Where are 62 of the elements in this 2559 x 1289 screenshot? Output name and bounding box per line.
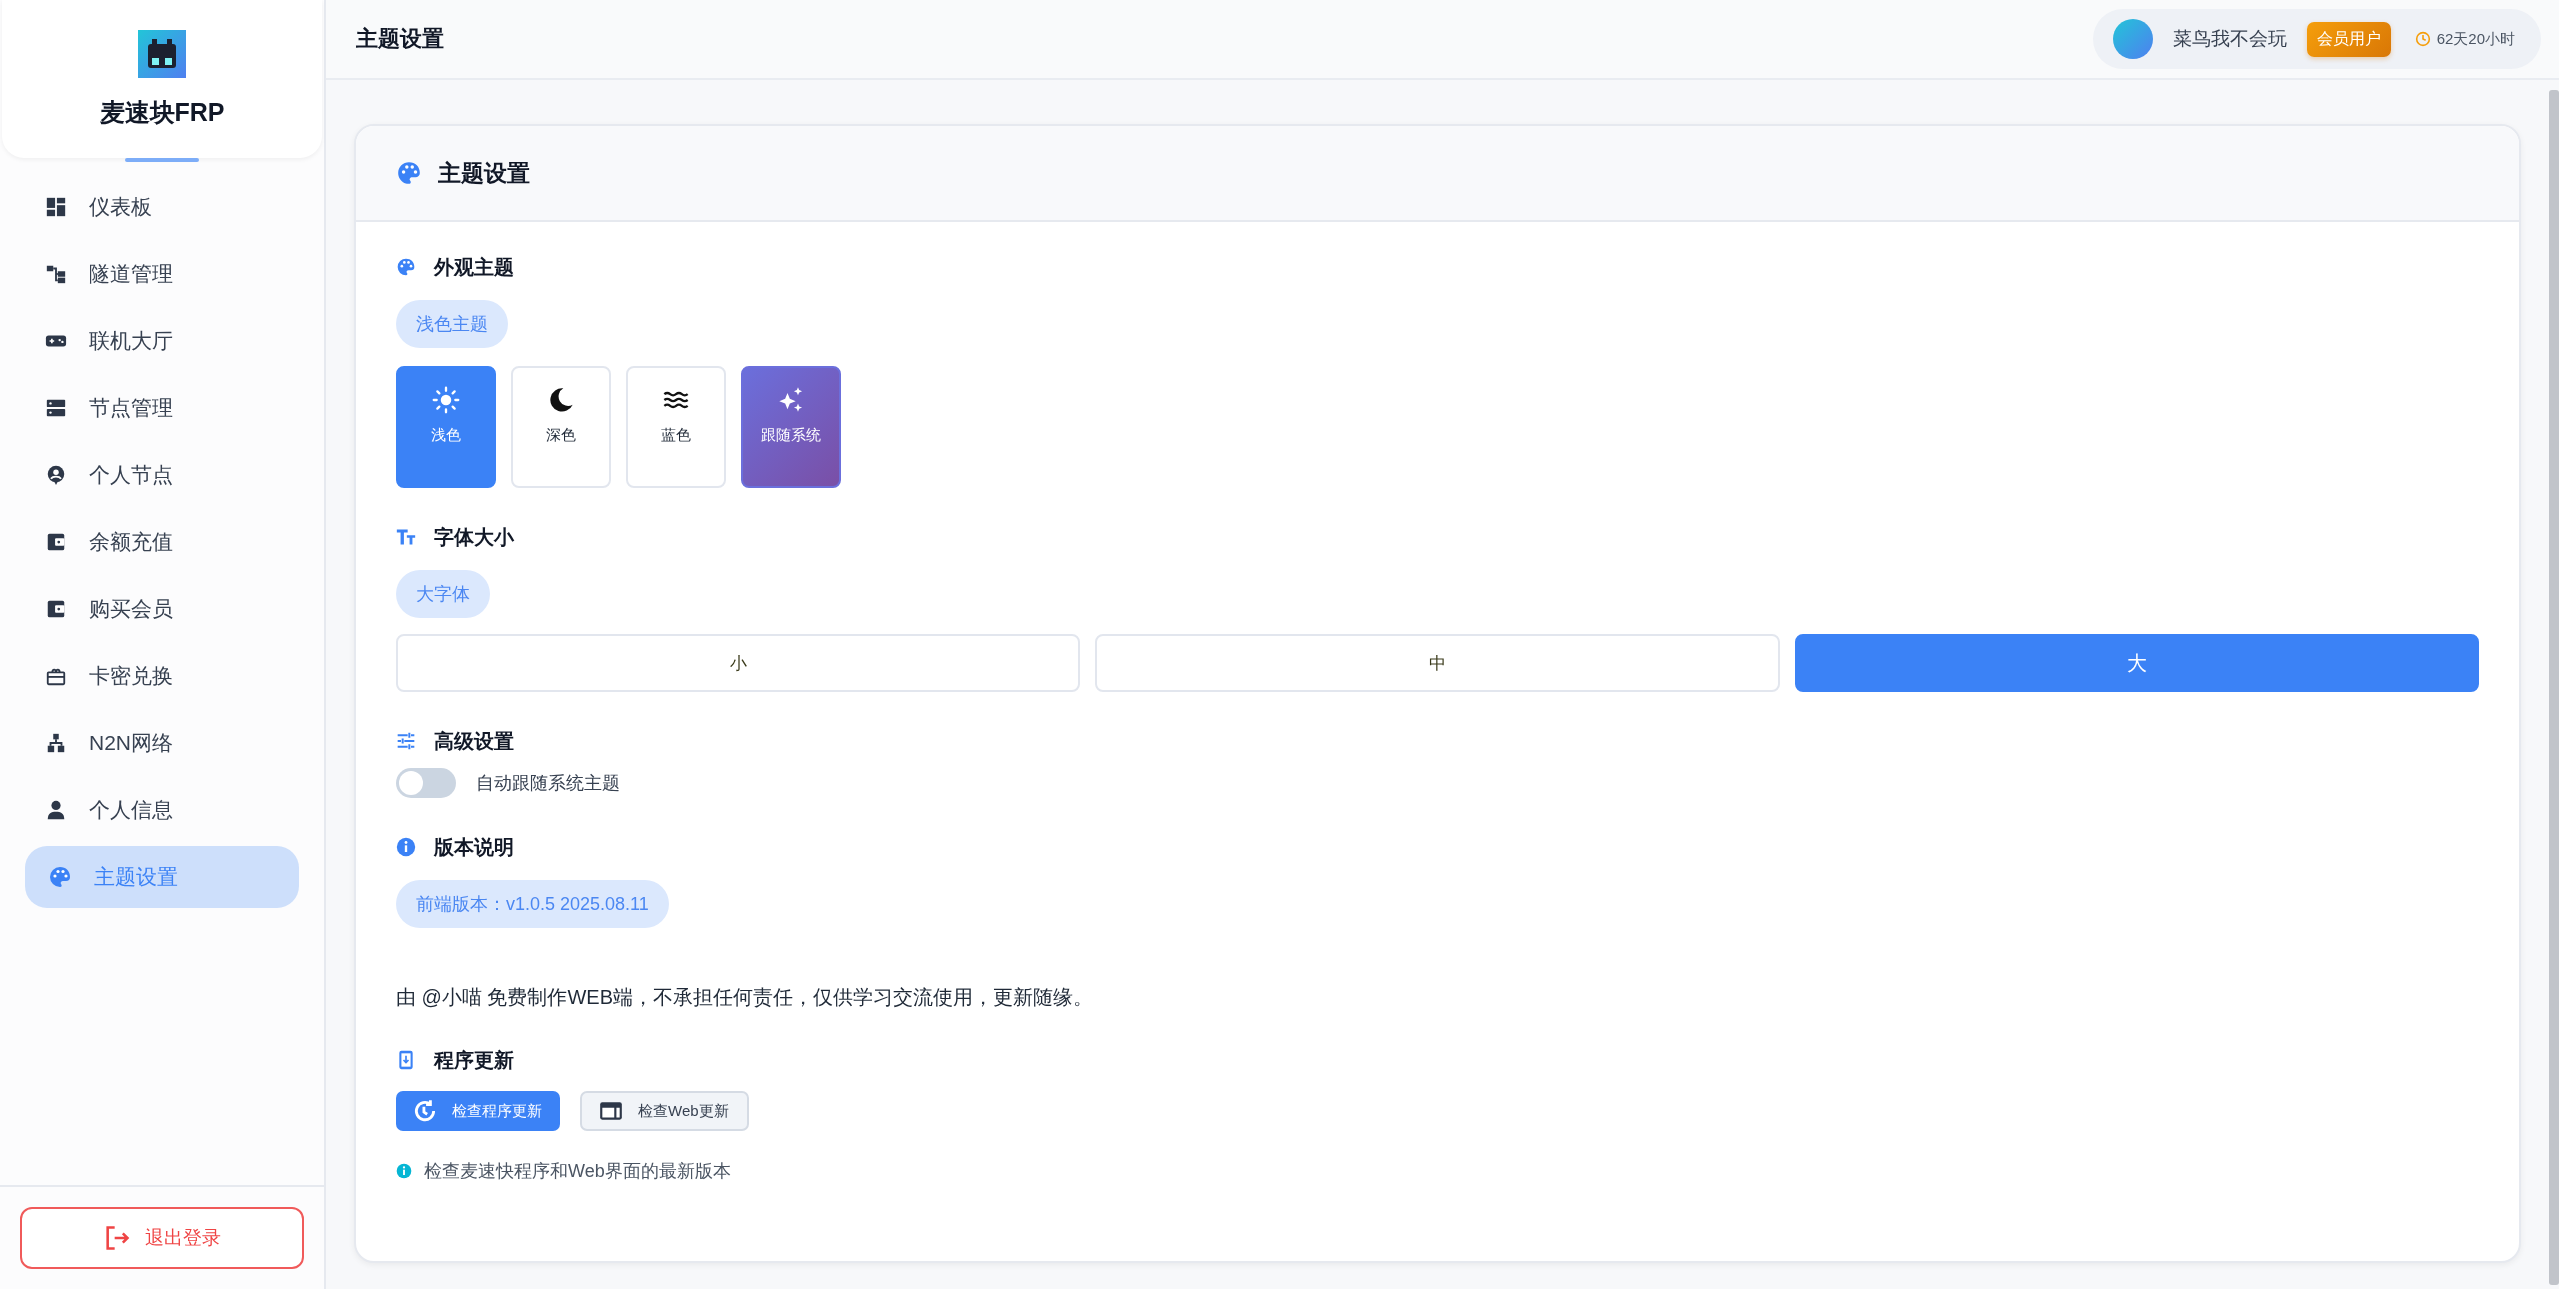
clock-icon (2414, 31, 2431, 47)
toggle-label: 自动跟随系统主题 (476, 772, 620, 795)
check-update-button[interactable]: 检查程序更新 (396, 1091, 560, 1131)
font-size-option[interactable]: 小 (396, 634, 1081, 692)
sidebar-item[interactable]: 节点管理 (25, 377, 299, 439)
user-icon (45, 799, 67, 821)
phone-download-icon (396, 1050, 416, 1070)
palette-icon (396, 257, 416, 277)
mascot-logo-icon (138, 30, 186, 78)
check-update-button[interactable]: 检查Web更新 (580, 1091, 749, 1131)
sun-icon (432, 386, 460, 414)
network-icon (45, 732, 67, 754)
palette-icon (48, 865, 72, 889)
sidebar-item[interactable]: 隧道管理 (25, 243, 299, 305)
info-icon (396, 837, 416, 857)
sidebar-item[interactable]: 卡密兑换 (25, 645, 299, 707)
section-title: 版本说明 (434, 834, 514, 860)
section-title: 外观主题 (434, 254, 514, 280)
theme-option[interactable]: 蓝色 (626, 366, 726, 488)
section-title: 高级设置 (434, 728, 514, 754)
theme-option[interactable]: 浅色 (396, 366, 496, 488)
current-font-size-tag: 大字体 (396, 570, 490, 618)
sidebar-item[interactable]: 余额充值 (25, 511, 299, 573)
sidebar-item[interactable]: 个人信息 (25, 779, 299, 841)
theme-option[interactable]: 深色 (511, 366, 611, 488)
page-title: 主题设置 (356, 25, 444, 53)
refresh-icon (412, 1098, 438, 1124)
avatar (2112, 19, 2153, 59)
sidebar-item[interactable]: 购买会员 (25, 578, 299, 640)
remaining-time: 62天20小时 (2436, 29, 2515, 49)
sidebar-item[interactable]: 个人节点 (25, 444, 299, 506)
version-tag: 前端版本：v1.0.5 2025.08.11 (396, 880, 669, 928)
sidebar-item[interactable]: N2N网络 (25, 712, 299, 774)
dashboard-icon (45, 196, 67, 218)
server-icon (45, 397, 67, 419)
section-title: 程序更新 (434, 1047, 514, 1073)
sliders-icon (396, 731, 416, 751)
palette-icon (396, 160, 422, 186)
theme-option[interactable]: 跟随系统 (741, 366, 841, 488)
sidebar-item[interactable]: 联机大厅 (25, 310, 299, 372)
scrollbar[interactable] (2549, 90, 2559, 1285)
brand-name: 麦速块FRP (99, 97, 225, 128)
info-icon (396, 1163, 412, 1179)
disclaimer-text: 由 @小喵 免费制作WEB端，不承担任何责任，仅供学习交流使用，更新随缘。 (396, 985, 1094, 1010)
user-pin-icon (45, 464, 67, 486)
member-badge: 会员用户 (2306, 21, 2391, 57)
exit-icon (103, 1224, 131, 1252)
current-theme-tag: 浅色主题 (396, 300, 508, 348)
moon-icon (547, 386, 575, 414)
wallet-icon (45, 531, 67, 553)
hierarchy-icon (45, 263, 67, 285)
user-name: 菜鸟我不会玩 (2172, 27, 2287, 51)
logout-button[interactable]: 退出登录 (20, 1207, 304, 1269)
card-title: 主题设置 (438, 158, 530, 188)
font-size-option[interactable]: 大 (1794, 634, 2479, 692)
wallet-icon (45, 598, 67, 620)
sidebar-item[interactable]: 仪表板 (25, 176, 299, 238)
text-size-icon (396, 527, 416, 547)
section-title: 字体大小 (434, 524, 514, 550)
font-size-option[interactable]: 中 (1095, 634, 1780, 692)
hint-text: 检查麦速快程序和Web界面的最新版本 (424, 1160, 731, 1183)
toggle-switch[interactable] (396, 768, 456, 798)
